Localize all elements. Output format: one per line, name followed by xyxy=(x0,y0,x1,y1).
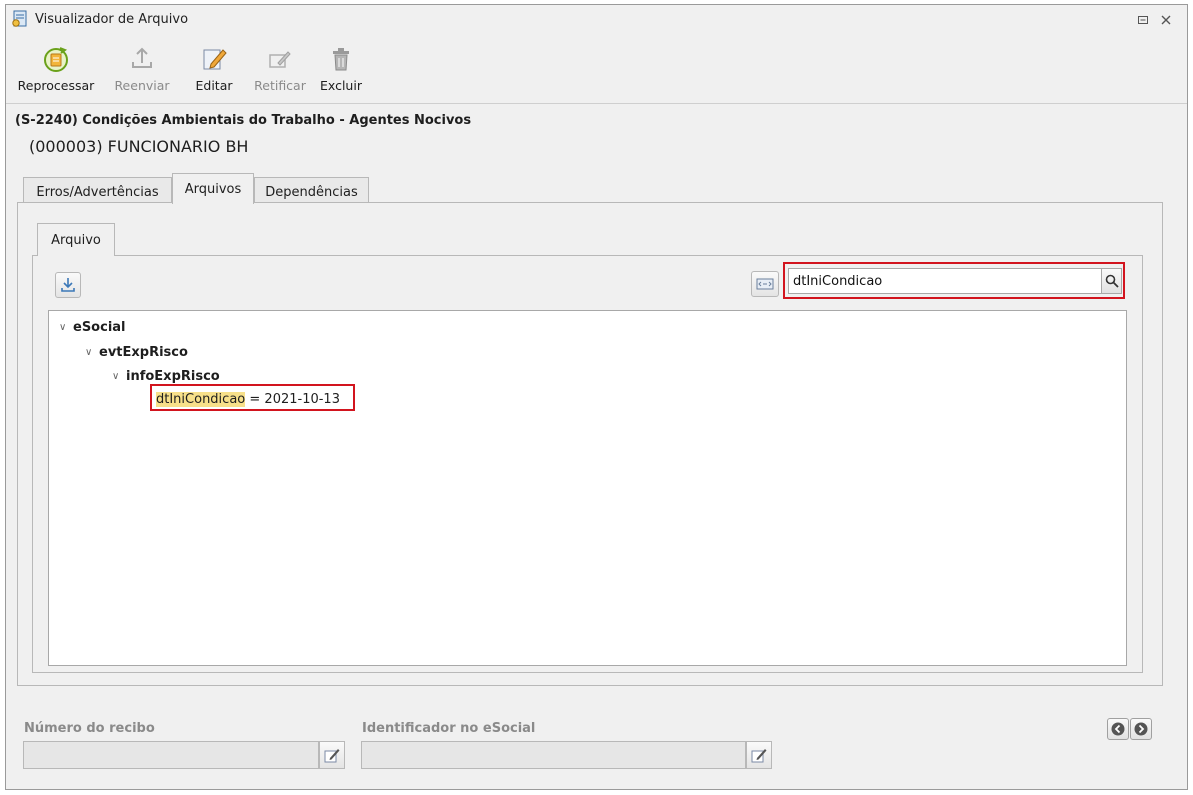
tab-label: Dependências xyxy=(265,185,358,200)
match-highlight-box xyxy=(150,384,355,411)
rectify-button[interactable]: Retificar xyxy=(250,45,310,93)
chevron-down-icon[interactable]: ∨ xyxy=(85,347,99,358)
tree-node-label: evtExpRisco xyxy=(99,344,188,360)
edit-field-icon xyxy=(751,749,767,763)
tab-label: Arquivos xyxy=(184,181,242,197)
employee-name: (000003) FUNCIONARIO BH xyxy=(29,137,249,156)
previous-button[interactable] xyxy=(1107,718,1129,740)
edit-field-icon xyxy=(324,749,340,763)
arrow-right-icon xyxy=(1134,722,1148,736)
resend-button[interactable]: Reenviar xyxy=(112,45,172,93)
receipt-edit-button[interactable] xyxy=(319,741,345,769)
esocial-id-label: Identificador no eSocial xyxy=(362,721,536,736)
subtab-label: Arquivo xyxy=(51,232,101,248)
reprocess-label: Reprocessar xyxy=(17,78,95,93)
tab-file[interactable]: Arquivo xyxy=(37,223,115,256)
tree-node-event[interactable]: ∨ evtExpRisco xyxy=(85,342,188,362)
resend-label: Reenviar xyxy=(114,78,170,93)
next-button[interactable] xyxy=(1130,718,1152,740)
edit-icon xyxy=(200,45,228,73)
restore-button[interactable] xyxy=(1134,11,1152,29)
edit-button[interactable]: Editar xyxy=(189,45,239,93)
esocial-id-field[interactable] xyxy=(361,741,746,769)
search-button[interactable] xyxy=(1102,268,1122,294)
rectify-icon xyxy=(266,45,294,73)
tree-node-info[interactable]: ∨ infoExpRisco xyxy=(112,366,220,386)
esocial-id-edit-button[interactable] xyxy=(746,741,772,769)
restore-icon xyxy=(1138,16,1148,24)
delete-label: Excluir xyxy=(320,78,362,93)
search-input[interactable] xyxy=(788,268,1102,294)
xml-icon xyxy=(756,278,774,290)
close-icon xyxy=(1161,15,1171,25)
download-icon xyxy=(61,278,75,292)
toolbar: Reprocessar Reenviar Editar Retificar Ex… xyxy=(6,35,1187,104)
upload-icon xyxy=(128,45,156,73)
search-icon xyxy=(1105,274,1119,288)
delete-button[interactable]: Excluir xyxy=(320,45,362,93)
title-bar: Visualizador de Arquivo xyxy=(6,5,1187,35)
receipt-label: Número do recibo xyxy=(24,721,155,736)
receipt-field[interactable] xyxy=(23,741,319,769)
close-button[interactable] xyxy=(1157,11,1175,29)
arrow-left-icon xyxy=(1111,722,1125,736)
tree-node-root[interactable]: ∨ eSocial xyxy=(59,317,126,337)
reprocess-button[interactable]: Reprocessar xyxy=(16,45,96,93)
tree-node-label: infoExpRisco xyxy=(126,368,220,384)
document-icon xyxy=(11,10,29,28)
event-title: (S-2240) Condições Ambientais do Trabalh… xyxy=(15,113,472,128)
tree-node-label: eSocial xyxy=(73,319,126,335)
trash-icon xyxy=(327,45,355,73)
rectify-label: Retificar xyxy=(254,78,306,93)
chevron-down-icon[interactable]: ∨ xyxy=(112,371,126,382)
tab-files[interactable]: Arquivos xyxy=(172,173,254,204)
xml-tree: ∨ eSocial ∨ evtExpRisco ∨ infoExpRisco d… xyxy=(48,310,1127,666)
reprocess-icon xyxy=(42,45,70,73)
edit-label: Editar xyxy=(195,78,233,93)
chevron-down-icon[interactable]: ∨ xyxy=(59,322,73,333)
xml-view-button[interactable] xyxy=(751,271,779,297)
download-button[interactable] xyxy=(55,272,81,298)
tab-label: Erros/Advertências xyxy=(36,185,159,200)
window-title: Visualizador de Arquivo xyxy=(35,12,189,27)
search-highlight xyxy=(783,262,1125,299)
